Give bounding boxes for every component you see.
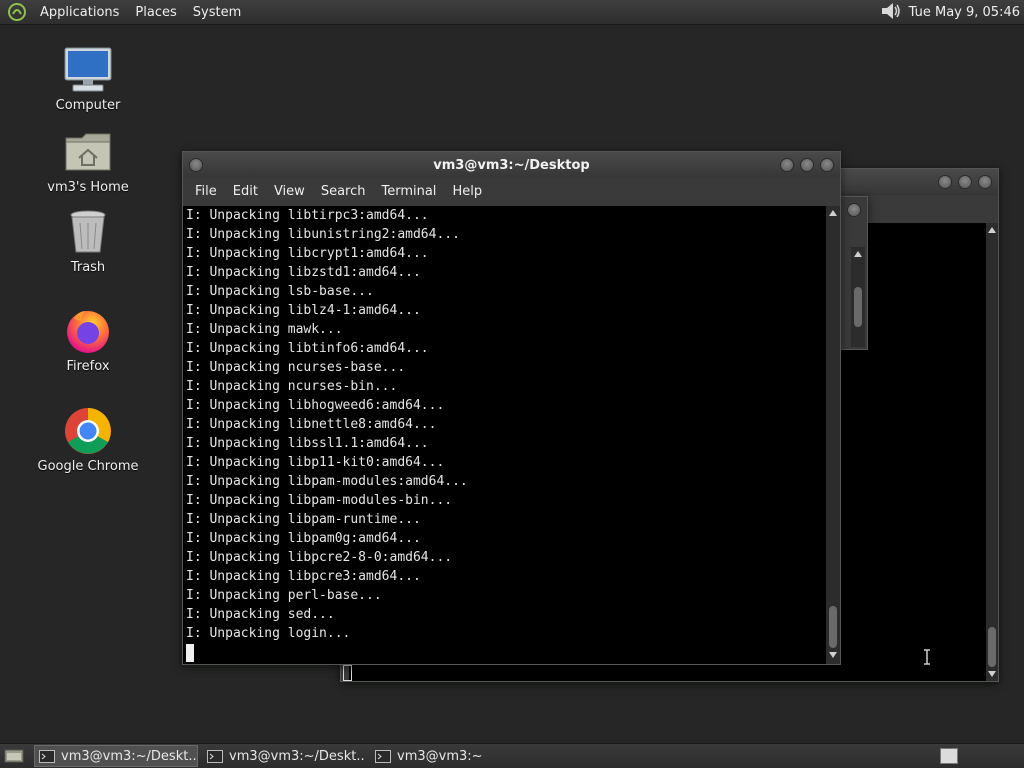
desktop-icon-label: Trash <box>70 260 106 275</box>
terminal-line: I: Unpacking libtinfo6:amd64... <box>186 341 429 356</box>
terminal-scrollbar[interactable] <box>826 206 840 664</box>
terminal-line: I: Unpacking libssl1.1:amd64... <box>186 436 429 451</box>
clock[interactable]: Tue May 9, 05:46 <box>909 5 1020 20</box>
close-button[interactable] <box>847 203 861 217</box>
window-menu-button[interactable] <box>189 158 203 172</box>
trash-icon <box>62 206 114 258</box>
terminal-cursor <box>343 665 352 681</box>
desktop-icon-home[interactable]: vm3's Home <box>33 126 143 195</box>
front-window-titlebar[interactable]: vm3@vm3:~/Desktop <box>183 152 840 178</box>
terminal-line: I: Unpacking sed... <box>186 607 335 622</box>
applications-menu[interactable]: Applications <box>32 5 127 20</box>
scroll-down-arrow-icon[interactable] <box>988 671 996 677</box>
terminal-line: I: Unpacking liblz4-1:amd64... <box>186 303 421 318</box>
terminal-line: I: Unpacking lsb-base... <box>186 284 374 299</box>
desktop-icon-firefox[interactable]: Firefox <box>33 305 143 374</box>
terminal-line: I: Unpacking libnettle8:amd64... <box>186 417 437 432</box>
desktop-icon-label: Computer <box>55 98 121 113</box>
terminal-icon <box>375 749 391 763</box>
desktop-icon-chrome[interactable]: Google Chrome <box>33 405 143 474</box>
back-scrollbar[interactable] <box>986 223 998 681</box>
chrome-icon <box>62 405 114 457</box>
terminal-cursor <box>186 644 194 662</box>
taskbar-item-2[interactable]: vm3@vm3:~/Deskt... <box>202 745 366 767</box>
home-folder-icon <box>62 126 114 178</box>
terminal-line: I: Unpacking perl-base... <box>186 588 382 603</box>
terminal-line: I: Unpacking libcrypt1:amd64... <box>186 246 429 261</box>
terminal-line: I: Unpacking login... <box>186 626 351 641</box>
text-cursor-icon <box>923 649 931 665</box>
scroll-thumb[interactable] <box>829 606 837 648</box>
terminal-line: I: Unpacking libpam-modules:amd64... <box>186 474 468 489</box>
taskbar-item-label: vm3@vm3:~/Deskt... <box>61 748 198 764</box>
taskbar-item-label: vm3@vm3:~/Deskt... <box>229 748 366 764</box>
desktop-icon-label: vm3's Home <box>47 180 129 195</box>
terminal-line: I: Unpacking libzstd1:amd64... <box>186 265 421 280</box>
computer-icon <box>62 44 114 96</box>
show-desktop-icon[interactable] <box>4 748 24 764</box>
middle-scrollbar[interactable] <box>851 247 865 347</box>
terminal-menubar: File Edit View Search Terminal Help <box>183 178 840 204</box>
front-terminal-window[interactable]: vm3@vm3:~/Desktop File Edit View Search … <box>182 151 841 665</box>
terminal-line: I: Unpacking libp11-kit0:amd64... <box>186 455 445 470</box>
mate-logo-icon[interactable] <box>6 1 28 23</box>
minimize-button[interactable] <box>780 158 794 172</box>
terminal-line: I: Unpacking ncurses-base... <box>186 360 406 375</box>
close-button[interactable] <box>820 158 834 172</box>
terminal-line: I: Unpacking libpam-modules-bin... <box>186 493 453 508</box>
terminal-line: I: Unpacking ncurses-bin... <box>186 379 398 394</box>
menu-terminal[interactable]: Terminal <box>373 184 444 199</box>
desktop-icon-computer[interactable]: Computer <box>33 44 143 113</box>
window-title: vm3@vm3:~/Desktop <box>433 157 590 173</box>
terminal-line: I: Unpacking libpcre3:amd64... <box>186 569 421 584</box>
workspace-switcher-icon[interactable] <box>940 748 958 764</box>
menu-help[interactable]: Help <box>444 184 490 199</box>
taskbar-item-1[interactable]: vm3@vm3:~/Deskt... <box>34 745 198 767</box>
terminal-line: I: Unpacking mawk... <box>186 322 343 337</box>
terminal-output[interactable]: I: Unpacking libtirpc3:amd64... I: Unpack… <box>183 206 826 664</box>
desktop-icon-trash[interactable]: Trash <box>33 206 143 275</box>
terminal-line: I: Unpacking libpam-runtime... <box>186 512 421 527</box>
terminal-line: I: Unpacking libpam0g:amd64... <box>186 531 421 546</box>
maximize-button[interactable] <box>958 175 972 189</box>
firefox-icon <box>62 305 114 357</box>
terminal-line: I: Unpacking libpcre2-8-0:amd64... <box>186 550 453 565</box>
bottom-panel: vm3@vm3:~/Deskt... vm3@vm3:~/Deskt... vm… <box>0 743 1024 768</box>
scroll-up-arrow-icon[interactable] <box>829 210 837 216</box>
terminal-line: I: Unpacking libhogweed6:amd64... <box>186 398 445 413</box>
scroll-down-arrow-icon[interactable] <box>829 652 837 658</box>
desktop-icon-label: Firefox <box>66 359 110 374</box>
terminal-icon <box>39 749 55 763</box>
speaker-icon[interactable] <box>879 1 903 25</box>
maximize-button[interactable] <box>800 158 814 172</box>
places-menu[interactable]: Places <box>127 5 184 20</box>
minimize-button[interactable] <box>938 175 952 189</box>
menu-edit[interactable]: Edit <box>225 184 266 199</box>
top-panel: Applications Places System Tue May 9, 05… <box>0 0 1024 25</box>
menu-view[interactable]: View <box>266 184 313 199</box>
desktop-icon-label: Google Chrome <box>37 459 139 474</box>
panel-tray: Tue May 9, 05:46 <box>879 0 1020 25</box>
menu-search[interactable]: Search <box>313 184 374 199</box>
close-button[interactable] <box>978 175 992 189</box>
taskbar-item-label: vm3@vm3:~ <box>397 748 483 764</box>
terminal-line: I: Unpacking libtirpc3:amd64... <box>186 208 429 223</box>
menu-file[interactable]: File <box>187 184 225 199</box>
taskbar-item-3[interactable]: vm3@vm3:~ <box>370 745 534 767</box>
terminal-lines: I: Unpacking libtirpc3:amd64... I: Unpack… <box>183 206 826 643</box>
scroll-up-arrow-icon[interactable] <box>854 251 862 257</box>
terminal-icon <box>207 749 223 763</box>
system-menu[interactable]: System <box>185 5 249 20</box>
scroll-up-arrow-icon[interactable] <box>988 227 996 233</box>
scroll-thumb[interactable] <box>988 627 996 667</box>
terminal-line: I: Unpacking libunistring2:amd64... <box>186 227 460 242</box>
scroll-thumb[interactable] <box>854 287 862 327</box>
